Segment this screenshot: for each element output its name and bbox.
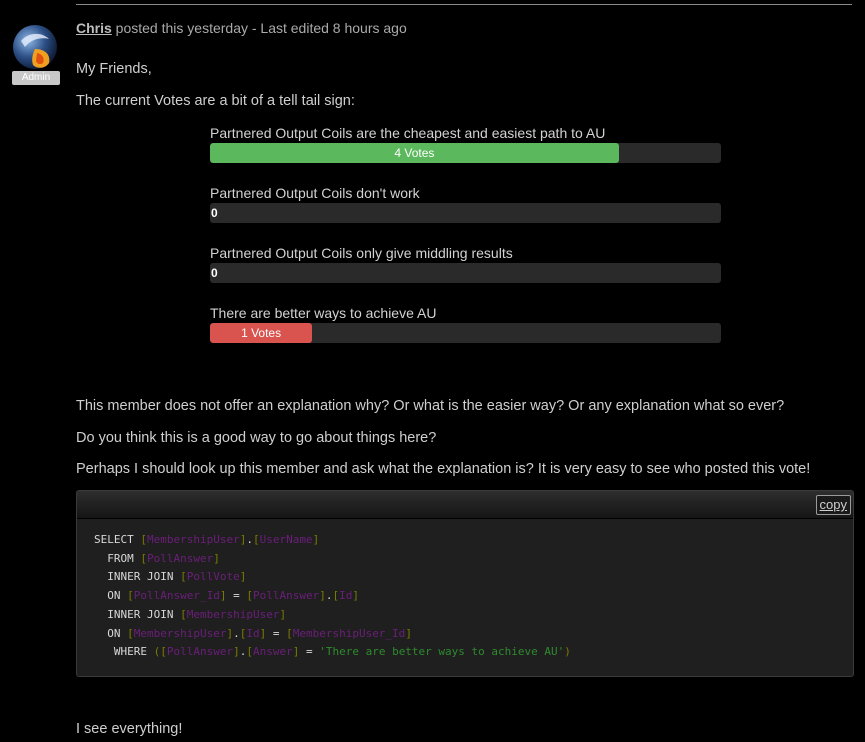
avatar[interactable] (11, 23, 59, 71)
poll-result-bar: 4 Votes (210, 143, 721, 163)
code-block: copy SELECT [MembershipUser].[UserName] … (76, 490, 854, 677)
poll-result-bar: 1 Votes (210, 323, 721, 343)
code-line: WHERE ([PollAnswer].[Answer] = 'There ar… (94, 645, 571, 659)
poll-result-label: 4 Votes (394, 146, 435, 160)
code-line: ON [MembershipUser].[Id] = [MembershipUs… (94, 626, 412, 640)
intro-text: The current Votes are a bit of a tell ta… (76, 93, 355, 109)
code-block-header: copy (77, 491, 853, 519)
post-divider (76, 4, 852, 5)
poll-result-label: 0 (211, 266, 218, 280)
code-line: INNER JOIN [MembershipUser] (94, 607, 287, 621)
post-meta-text: posted this yesterday - Last edited 8 ho… (111, 20, 407, 36)
poll-question: Partnered Output Coils don't work (210, 185, 420, 201)
code-line: FROM [PollAnswer] (94, 551, 220, 565)
greeting-text: My Friends, (76, 61, 152, 77)
closing-text: I see everything! (76, 721, 183, 737)
poll-question: Partnered Output Coils are the cheapest … (210, 125, 606, 141)
poll-result-bar: 0 (210, 203, 721, 223)
paragraph: This member does not offer an explanatio… (76, 398, 785, 414)
poll-result-label: 0 (211, 206, 218, 220)
code-line: SELECT [MembershipUser].[UserName] (94, 533, 320, 546)
admin-badge: Admin (12, 71, 60, 85)
poll-result-bar: 0 (210, 263, 721, 283)
code-line: ON [PollAnswer_Id] = [PollAnswer].[Id] (94, 589, 359, 603)
poll-result-label: 1 Votes (241, 326, 282, 340)
author-link[interactable]: Chris (76, 20, 112, 36)
copy-button[interactable]: copy (815, 495, 851, 515)
poll-question: There are better ways to achieve AU (210, 305, 437, 321)
paragraph: Perhaps I should look up this member and… (76, 461, 811, 477)
code-content: SELECT [MembershipUser].[UserName] FROM … (94, 531, 571, 662)
code-line: INNER JOIN [PollVote] (94, 570, 247, 584)
paragraph: Do you think this is a good way to go ab… (76, 430, 437, 446)
post-meta: Chris posted this yesterday - Last edite… (76, 20, 407, 36)
poll-question: Partnered Output Coils only give middlin… (210, 245, 513, 261)
